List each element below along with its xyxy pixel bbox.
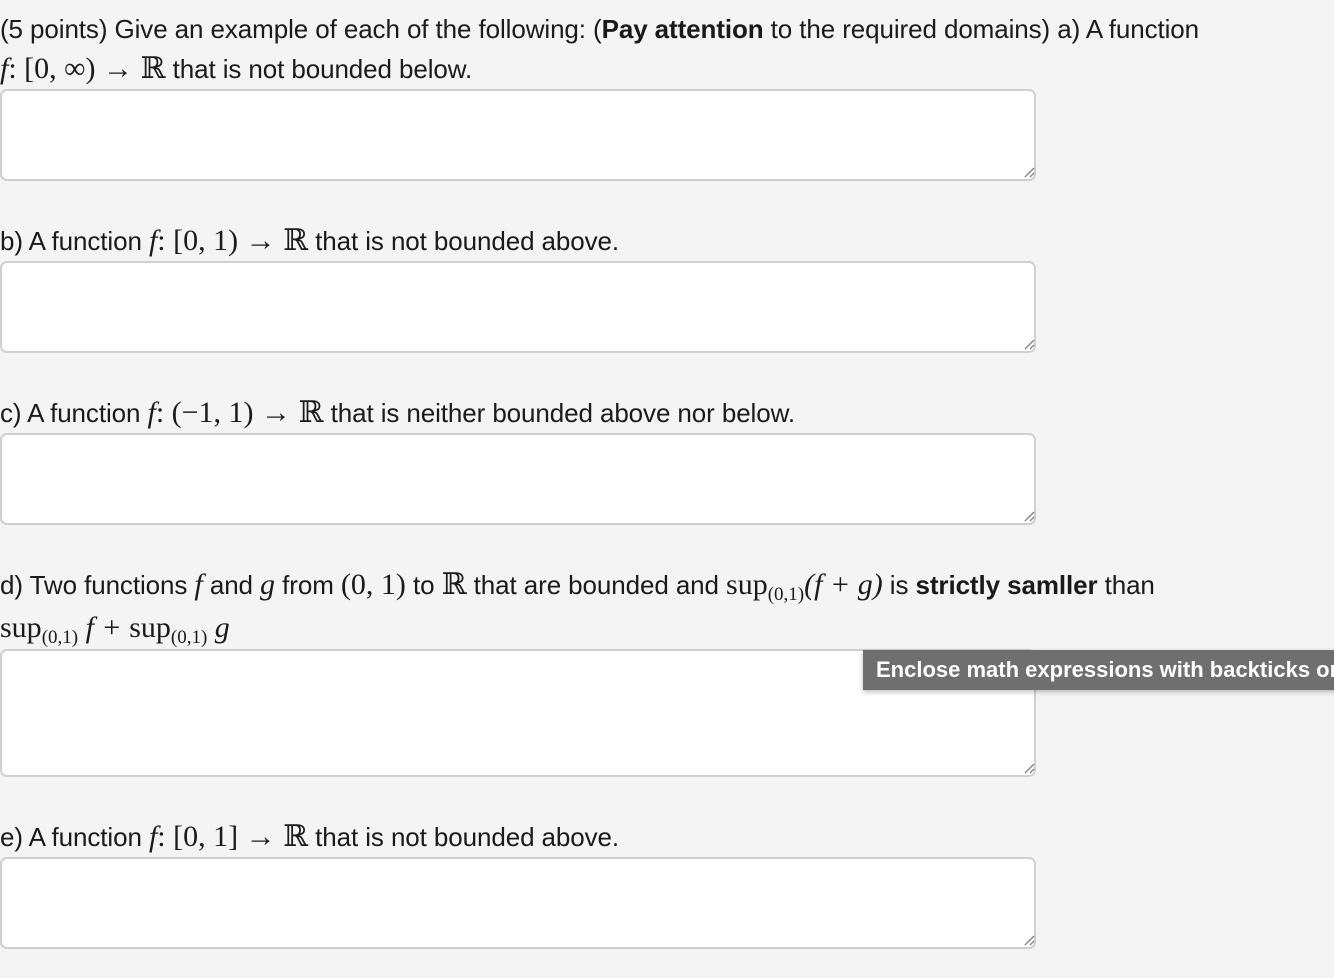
question-d-sum-expression: sup(0,1) f + sup(0,1) g xyxy=(0,611,230,648)
question-e-math: f: [0, 1] → ℝ xyxy=(148,820,309,853)
answer-a-input[interactable] xyxy=(0,89,1036,181)
question-d-sup-expression: sup(0,1)(f + g) xyxy=(726,568,883,605)
resize-grip-icon[interactable] xyxy=(1021,336,1035,350)
question-a-emphasis: Pay attention xyxy=(601,14,764,44)
question-a-label: to the required domains) a) A function xyxy=(763,14,1200,44)
math-hint-tooltip: Enclose math expressions with backticks … xyxy=(863,650,1334,690)
question-a-text: (5 points) Give an example of each of th… xyxy=(0,9,1199,49)
question-a-tail: that is not bounded below. xyxy=(165,54,473,84)
answer-e-input[interactable] xyxy=(0,857,1036,949)
question-a-math: f: [0, ∞) → ℝ xyxy=(0,52,166,85)
question-c-math: f: (−1, 1) → ℝ xyxy=(147,396,324,429)
question-e-text: e) A function f: [0, 1] → ℝ that is not … xyxy=(0,820,620,853)
resize-grip-icon[interactable] xyxy=(1021,508,1035,522)
resize-grip-icon[interactable] xyxy=(1021,164,1035,178)
question-a-intro: (5 points) Give an example of each of th… xyxy=(0,14,602,44)
question-d-text: d) Two functions f and g from (0, 1) to … xyxy=(0,568,1155,605)
question-c-text: c) A function f: (−1, 1) → ℝ that is nei… xyxy=(0,396,795,429)
question-b-text: b) A function f: [0, 1) → ℝ that is not … xyxy=(0,224,620,257)
answer-b-input[interactable] xyxy=(0,261,1036,353)
question-a-text-line2: f: [0, ∞) → ℝ that is not bounded below. xyxy=(0,49,472,89)
question-b-math: f: [0, 1) → ℝ xyxy=(148,224,309,257)
question-d-emphasis: strictly samller xyxy=(915,570,1098,600)
answer-c-input[interactable] xyxy=(0,433,1036,525)
resize-grip-icon[interactable] xyxy=(1021,760,1035,774)
question-d-text-line2: sup(0,1) f + sup(0,1) g xyxy=(0,608,230,648)
resize-grip-icon[interactable] xyxy=(1021,932,1035,946)
